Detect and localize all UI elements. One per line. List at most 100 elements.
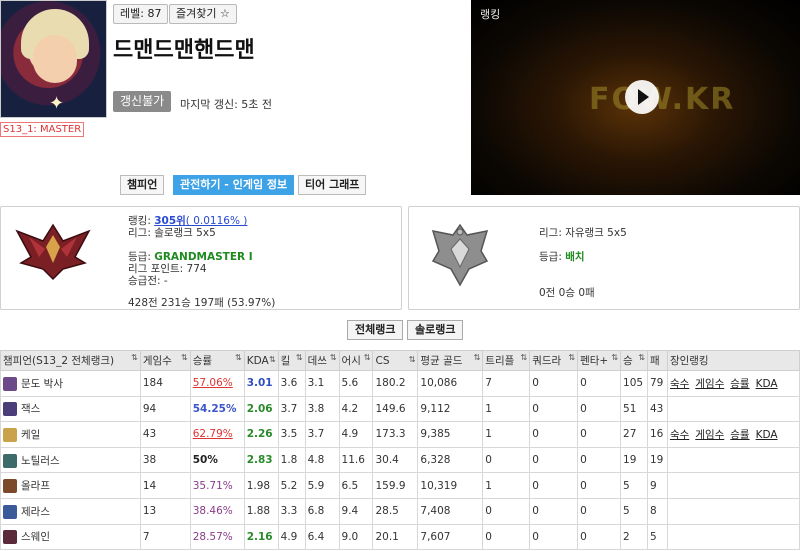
triple-value: 1 bbox=[485, 428, 492, 441]
table-row[interactable]: 잭스 94 54.25% 2.06 3.7 3.8 4.2 149.6 9,112 1 0 0 51 43 bbox=[0, 395, 800, 423]
penta-cell: 0 bbox=[577, 421, 622, 448]
games-cell: 7 bbox=[139, 523, 191, 551]
cs-value: 180.2 bbox=[375, 377, 406, 390]
champion-cell[interactable]: 케일 bbox=[0, 421, 141, 448]
column-header[interactable]: 데쓰 ⇅ bbox=[304, 350, 340, 371]
deaths-cell: 3.7 bbox=[304, 421, 340, 448]
gold-value: 9,385 bbox=[420, 428, 451, 441]
wins-value: 105 bbox=[623, 377, 644, 390]
table-row[interactable]: 올라프 14 35.71% 1.98 5.2 5.9 6.5 159.9 10,319 1 0 0 5 9 bbox=[0, 472, 800, 499]
mastery-rank-cell bbox=[666, 472, 800, 499]
table-row[interactable]: 스웨인 7 28.57% 2.16 4.9 6.4 9.0 20.1 7,607 0 0 0 2 5 bbox=[0, 523, 800, 551]
subtab-all-rank[interactable]: 전체랭크 bbox=[347, 320, 404, 340]
kda-value: 2.26 bbox=[246, 428, 273, 441]
sort-icon[interactable]: ⇅ bbox=[181, 353, 189, 362]
champion-cell[interactable]: 노틸러스 bbox=[0, 446, 141, 474]
gold-cell: 7,408 bbox=[417, 497, 484, 525]
deaths-value: 3.8 bbox=[307, 402, 325, 415]
quadra-cell: 0 bbox=[529, 421, 579, 448]
sort-icon[interactable]: ⇅ bbox=[330, 353, 338, 362]
renew-button[interactable]: 갱신불가 bbox=[113, 91, 172, 112]
subtab-solo-rank[interactable]: 솔로랭크 bbox=[407, 320, 464, 340]
cs-cell: 173.3 bbox=[372, 421, 419, 448]
column-header[interactable]: 승 ⇅ bbox=[620, 350, 648, 371]
games-value: 14 bbox=[142, 479, 157, 492]
champion-portrait-icon bbox=[3, 427, 17, 442]
column-header-label: 승 bbox=[623, 355, 633, 367]
tab-spectate[interactable]: 관전하기 - 인게임 정보 bbox=[173, 175, 295, 195]
column-header[interactable]: 평균 골드 ⇅ bbox=[417, 350, 484, 371]
kda-value: 3.01 bbox=[246, 377, 273, 390]
triple-value: 1 bbox=[485, 402, 492, 415]
sort-icon[interactable]: ⇅ bbox=[131, 353, 139, 362]
tab-tier-graph[interactable]: 티어 그래프 bbox=[298, 175, 367, 195]
column-header[interactable]: CS ⇅ bbox=[372, 350, 419, 371]
kda-cell: 3.01 bbox=[243, 370, 279, 397]
kills-cell: 3.3 bbox=[277, 497, 306, 525]
penta-value: 0 bbox=[580, 402, 587, 415]
gold-value: 7,408 bbox=[420, 505, 451, 518]
mastery-rank-link[interactable]: 숙수 bbox=[670, 378, 689, 390]
column-header[interactable]: 킬 ⇅ bbox=[277, 350, 306, 371]
tab-champion[interactable]: 챔피언 bbox=[120, 175, 165, 195]
column-header[interactable]: KDA ⇅ bbox=[243, 350, 279, 371]
sort-icon[interactable]: ⇅ bbox=[409, 355, 417, 364]
losses-value: 43 bbox=[649, 402, 664, 415]
sort-icon[interactable]: ⇅ bbox=[364, 353, 372, 362]
champion-cell[interactable]: 제라스 bbox=[0, 497, 141, 525]
mastery-rank-link[interactable]: 게임수 bbox=[695, 378, 724, 390]
sort-icon[interactable]: ⇅ bbox=[638, 353, 646, 362]
deaths-cell: 3.1 bbox=[304, 370, 340, 397]
mastery-rank-link[interactable]: KDA bbox=[756, 378, 778, 390]
table-row[interactable]: 문도 박사 184 57.06% 3.01 3.6 3.1 5.6 180.2 10,086 7 0… bbox=[0, 370, 800, 397]
column-header-label: KDA bbox=[246, 354, 269, 367]
sort-icon[interactable]: ⇅ bbox=[296, 353, 304, 362]
winrate-value: 38.46% bbox=[192, 505, 233, 518]
kda-value: 1.88 bbox=[246, 505, 271, 518]
column-header[interactable]: 장인랭킹 bbox=[666, 350, 800, 371]
champion-cell[interactable]: 문도 박사 bbox=[0, 370, 141, 397]
table-row[interactable]: 케일 43 62.79% 2.26 3.5 3.7 4.9 173.3 9,385 1 0 0 27 16… bbox=[0, 421, 800, 448]
sort-icon[interactable]: ⇅ bbox=[474, 353, 482, 362]
sort-icon[interactable]: ⇅ bbox=[235, 353, 243, 362]
triple-cell: 7 bbox=[482, 370, 531, 397]
column-header[interactable]: 게임수 ⇅ bbox=[139, 350, 191, 371]
mastery-rank-link[interactable]: 승률 bbox=[730, 378, 749, 390]
sort-icon[interactable]: ⇅ bbox=[568, 353, 576, 362]
favorite-button[interactable]: 즐겨찾기 ☆ bbox=[169, 4, 237, 24]
sort-icon[interactable]: ⇅ bbox=[269, 355, 277, 364]
kills-cell: 5.2 bbox=[277, 472, 306, 499]
avatar-star-icon: ✦ bbox=[49, 93, 65, 114]
solo-rank-panel: 랭킹: 305위( 0.0116% ) 리그: 솔로랭크 5x5 등급: GRA… bbox=[0, 206, 402, 310]
table-row[interactable]: 제라스 13 38.46% 1.88 3.3 6.8 9.4 28.5 7,408 0 0 0 5 8 bbox=[0, 497, 800, 525]
mastery-rank-link[interactable]: 숙수 bbox=[670, 429, 689, 441]
mastery-rank-link[interactable]: 승률 bbox=[730, 429, 749, 441]
column-header-label: 게임수 bbox=[142, 355, 172, 367]
sort-icon[interactable]: ⇅ bbox=[520, 353, 528, 362]
champion-cell[interactable]: 스웨인 bbox=[0, 523, 141, 551]
quadra-cell: 0 bbox=[529, 370, 579, 397]
penta-cell: 0 bbox=[577, 472, 622, 499]
column-header[interactable]: 승률 ⇅ bbox=[189, 350, 245, 371]
column-header[interactable]: 챔피언(S13_2 전체랭크) ⇅ bbox=[0, 350, 141, 371]
kda-value: 1.98 bbox=[246, 479, 271, 492]
column-header[interactable]: 어시 ⇅ bbox=[338, 350, 374, 371]
assists-cell: 5.6 bbox=[338, 370, 374, 397]
gold-cell: 10,319 bbox=[417, 472, 484, 499]
sort-icon[interactable]: ⇅ bbox=[611, 353, 619, 362]
table-row[interactable]: 노틸러스 38 50% 2.83 1.8 4.8 11.6 30.4 6,328 0 0 0 19 19 bbox=[0, 446, 800, 474]
column-header[interactable]: 펜타+ ⇅ bbox=[577, 350, 622, 371]
kills-value: 3.5 bbox=[280, 428, 298, 441]
penta-cell: 0 bbox=[577, 370, 622, 397]
play-icon[interactable] bbox=[625, 80, 659, 114]
column-header[interactable]: 패 bbox=[646, 350, 668, 371]
ranking-video-player[interactable]: 랭킹 FOW.KR bbox=[471, 0, 800, 195]
losses-value: 8 bbox=[649, 505, 657, 518]
mastery-rank-link[interactable]: KDA bbox=[756, 429, 778, 441]
champion-cell[interactable]: 올라프 bbox=[0, 472, 141, 499]
column-header[interactable]: 쿼드라 ⇅ bbox=[529, 350, 579, 371]
champion-cell[interactable]: 잭스 bbox=[0, 395, 141, 423]
mastery-rank-link[interactable]: 게임수 bbox=[695, 429, 724, 441]
summoner-name: 드맨드맨핸드맨 bbox=[113, 38, 255, 63]
column-header[interactable]: 트리플 ⇅ bbox=[482, 350, 531, 371]
